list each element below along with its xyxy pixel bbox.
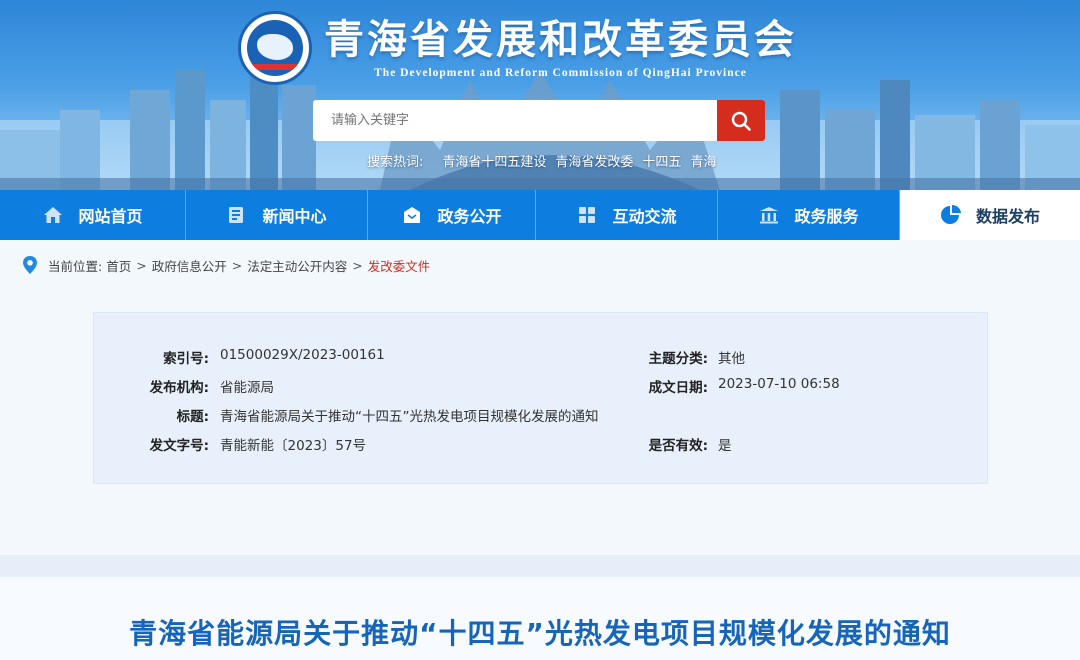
info-row-doc-number: 发文字号: 青能新能〔2023〕57号: [94, 434, 366, 454]
breadcrumb-link-gov-info[interactable]: 政府信息公开: [152, 256, 227, 275]
info-label: 主题分类:: [648, 351, 708, 367]
info-row-title: 标题: 青海省能源局关于推动“十四五”光热发电项目规模化发展的通知: [94, 405, 599, 425]
hot-word-link[interactable]: 十四五: [642, 151, 681, 170]
site-header: 青海省发展和改革委员会 The Development and Reform C…: [0, 0, 1080, 190]
breadcrumb: 当前位置: 首页 > 政府信息公开 > 法定主动公开内容 > 发改委文件: [22, 254, 430, 276]
info-row-topic: 主题分类: 其他: [604, 347, 745, 367]
nav-item-label: 政务服务: [794, 207, 859, 226]
open-government-icon: [401, 204, 423, 226]
interaction-icon: [576, 204, 598, 226]
nav-item-news[interactable]: 新闻中心: [186, 190, 368, 240]
info-label: 是否有效:: [648, 438, 708, 454]
commission-logo: [238, 11, 312, 85]
info-label: 成文日期:: [648, 380, 708, 396]
breadcrumb-link-public-content[interactable]: 法定主动公开内容: [247, 256, 347, 275]
breadcrumb-separator: >: [352, 257, 363, 273]
section-divider: [0, 555, 1080, 577]
nav-item-open-government[interactable]: 政务公开: [368, 190, 536, 240]
news-icon: [226, 204, 248, 226]
location-pin-icon: [22, 255, 38, 275]
main-nav: 网站首页 新闻中心 政务公开 互动交流 政务服务 数据发布: [0, 190, 1080, 240]
breadcrumb-separator: >: [136, 257, 147, 273]
nav-item-data-release[interactable]: 数据发布: [900, 190, 1080, 240]
title-value: 青海省能源局关于推动“十四五”光热发电项目规模化发展的通知: [220, 409, 599, 425]
nav-item-services[interactable]: 政务服务: [718, 190, 900, 240]
info-label: 标题:: [176, 409, 209, 425]
date-value: 2023-07-10 06:58: [718, 376, 840, 392]
doc-number-value: 青能新能〔2023〕57号: [220, 438, 367, 454]
nav-item-interaction[interactable]: 互动交流: [536, 190, 718, 240]
breadcrumb-separator: >: [231, 257, 243, 273]
nav-item-home[interactable]: 网站首页: [0, 190, 186, 240]
info-row-validity: 是否有效: 是: [604, 434, 732, 454]
nav-item-label: 政务公开: [437, 207, 502, 226]
nav-item-label: 网站首页: [78, 207, 143, 226]
info-label: 发布机构:: [149, 380, 209, 396]
document-info-panel: 索引号: 01500029X/2023-00161 主题分类: 其他 发布机构:…: [93, 312, 988, 484]
hot-word-link[interactable]: 青海省十四五建设: [442, 151, 546, 170]
search-button[interactable]: [717, 100, 765, 141]
validity-value: 是: [718, 438, 732, 454]
info-label: 发文字号:: [149, 438, 209, 454]
service-building-icon: [758, 204, 780, 226]
info-row-date: 成文日期: 2023-07-10 06:58: [604, 376, 840, 396]
home-icon: [42, 204, 64, 226]
publisher-value: 省能源局: [220, 380, 274, 396]
info-row-publisher: 发布机构: 省能源局: [94, 376, 274, 396]
hot-word-link[interactable]: 青海: [690, 151, 716, 170]
breadcrumb-link-home[interactable]: 首页: [106, 256, 131, 275]
search-bar: [313, 100, 765, 141]
article-title: 青海省能源局关于推动“十四五”光热发电项目规模化发展的通知: [129, 617, 951, 650]
search-input[interactable]: [313, 100, 717, 141]
breadcrumb-current[interactable]: 发改委文件: [368, 256, 431, 275]
hot-search-label: 搜索热词:: [367, 155, 424, 170]
index-number-value: 01500029X/2023-00161: [220, 347, 385, 363]
site-branding[interactable]: 青海省发展和改革委员会 The Development and Reform C…: [238, 8, 797, 88]
nav-item-label: 数据发布: [975, 207, 1040, 226]
nav-item-label: 新闻中心: [262, 207, 327, 226]
pie-chart-icon: [940, 204, 962, 226]
site-subtitle-en: The Development and Reform Commission of…: [374, 67, 747, 79]
hot-search-words: 搜索热词: 青海省十四五建设 青海省发改委 十四五 青海: [367, 151, 716, 170]
breadcrumb-label: 当前位置:: [48, 258, 103, 274]
search-icon: [731, 111, 751, 131]
info-label: 索引号:: [163, 351, 209, 367]
site-title: 青海省发展和改革委员会: [324, 16, 797, 63]
info-row-index: 索引号: 01500029X/2023-00161: [94, 347, 385, 367]
topic-value: 其他: [718, 351, 745, 367]
hot-word-link[interactable]: 青海省发改委: [555, 151, 633, 170]
nav-item-label: 互动交流: [612, 207, 677, 226]
